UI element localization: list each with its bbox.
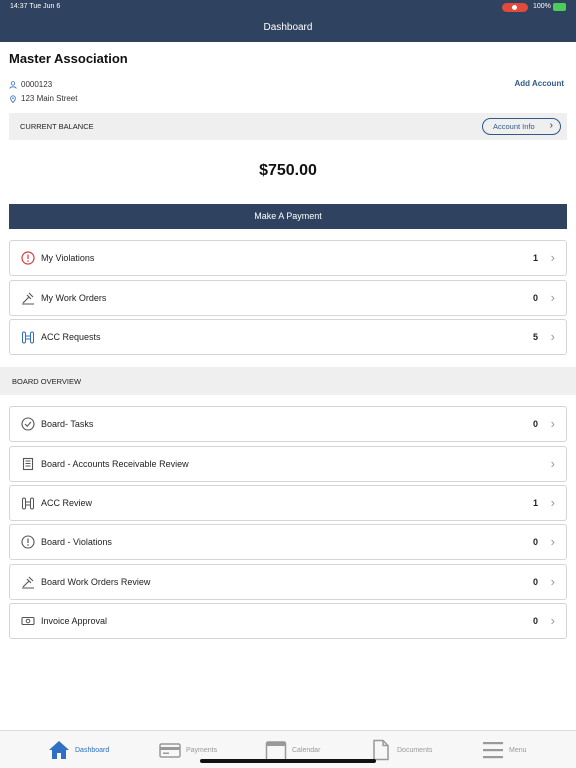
chevron-right-icon: › <box>550 250 555 265</box>
screen-recording-icon <box>502 3 528 12</box>
battery-percent: 100% <box>533 3 551 10</box>
alert-circle-icon <box>21 535 35 549</box>
list-item-label: My Violations <box>41 253 95 263</box>
section-title: BOARD OVERVIEW <box>12 377 82 386</box>
list-item-label: Invoice Approval <box>41 616 108 626</box>
list-item-board-violations[interactable]: Board - Violations 0 › <box>9 524 567 560</box>
building-icon <box>22 497 34 510</box>
list-item-count: 5 <box>532 332 538 342</box>
list-item-label: My Work Orders <box>41 293 107 303</box>
user-icon <box>9 80 17 89</box>
list-item-board-tasks[interactable]: Board- Tasks 0 › <box>9 406 567 442</box>
list-item-label: Board - Accounts Receivable Review <box>41 459 189 469</box>
list-item-invoice-approval[interactable]: Invoice Approval 0 › <box>9 603 567 639</box>
list-item-board-accounts-receivable[interactable]: Board - Accounts Receivable Review › <box>9 446 567 482</box>
calendar-icon <box>265 741 287 761</box>
tab-label: Calendar <box>292 746 321 754</box>
add-account-link[interactable]: Add Account <box>515 79 564 88</box>
chevron-right-icon: › <box>549 120 553 131</box>
tab-label: Documents <box>397 746 433 754</box>
account-info-label: Account Info <box>493 122 535 131</box>
tab-dashboard[interactable]: Dashboard <box>48 731 109 768</box>
home-indicator <box>200 759 376 763</box>
list-item-acc-review[interactable]: ACC Review 1 › <box>9 485 567 521</box>
chevron-right-icon: › <box>550 613 555 628</box>
list-item-board-work-orders[interactable]: Board Work Orders Review 0 › <box>9 564 567 600</box>
tab-documents[interactable]: Documents <box>370 731 432 768</box>
list-item-count: 1 <box>532 253 538 263</box>
list-item-label: Board Work Orders Review <box>41 577 151 587</box>
balance-amount: $750.00 <box>259 162 317 179</box>
chevron-right-icon: › <box>550 329 555 344</box>
list-item-acc-requests[interactable]: ACC Requests 5 › <box>9 319 567 355</box>
nav-title: Dashboard <box>263 22 313 33</box>
chevron-right-icon: › <box>550 534 555 549</box>
current-balance-label: CURRENT BALANCE <box>20 122 94 131</box>
tab-label: Payments <box>186 746 218 754</box>
location-pin-icon <box>10 94 16 103</box>
status-time: 14:37 Tue Jun 6 <box>10 3 61 10</box>
list-item-label: Board - Violations <box>41 537 112 547</box>
account-info-button[interactable]: Account Info › <box>482 118 561 135</box>
list-item-count: 0 <box>532 293 538 303</box>
hammer-icon <box>22 576 34 589</box>
home-icon <box>49 741 69 759</box>
chevron-right-icon: › <box>550 495 555 510</box>
menu-icon <box>483 742 503 759</box>
account-number-row: 0000123 <box>9 80 52 89</box>
list-item-count: 0 <box>532 577 538 587</box>
battery-icon <box>553 3 566 11</box>
association-name: Master Association <box>9 51 128 66</box>
ledger-icon <box>22 457 34 471</box>
list-item-label: Board- Tasks <box>41 419 94 429</box>
cash-icon <box>21 616 35 626</box>
chevron-right-icon: › <box>550 456 555 471</box>
building-icon <box>22 331 34 344</box>
list-item-count: 0 <box>532 616 538 626</box>
credit-card-icon <box>159 743 181 758</box>
address: 123 Main Street <box>21 94 78 103</box>
list-item-count: 0 <box>532 537 538 547</box>
address-row: 123 Main Street <box>9 94 77 103</box>
alert-circle-icon <box>21 251 35 265</box>
tab-label: Menu <box>509 746 527 754</box>
list-item-label: ACC Review <box>41 498 93 508</box>
nav-bar: Dashboard <box>0 14 576 42</box>
current-balance-bar: CURRENT BALANCE Account Info › <box>9 113 567 140</box>
hammer-icon <box>22 292 34 305</box>
check-circle-icon <box>21 417 35 431</box>
tab-menu[interactable]: Menu <box>482 731 527 768</box>
chevron-right-icon: › <box>550 416 555 431</box>
list-item-my-violations[interactable]: My Violations 1 › <box>9 240 567 276</box>
chevron-right-icon: › <box>550 574 555 589</box>
chevron-right-icon: › <box>550 290 555 305</box>
tab-label: Dashboard <box>75 746 110 754</box>
list-item-label: ACC Requests <box>41 332 101 342</box>
status-bar: 14:37 Tue Jun 6 100% <box>0 0 576 14</box>
board-overview-header: BOARD OVERVIEW <box>0 367 576 395</box>
list-item-count: 1 <box>532 498 538 508</box>
list-item-my-work-orders[interactable]: My Work Orders 0 › <box>9 280 567 316</box>
list-item-count: 0 <box>532 419 538 429</box>
account-number: 0000123 <box>21 80 53 89</box>
document-icon <box>373 739 389 761</box>
make-payment-button[interactable]: Make A Payment <box>9 204 567 229</box>
